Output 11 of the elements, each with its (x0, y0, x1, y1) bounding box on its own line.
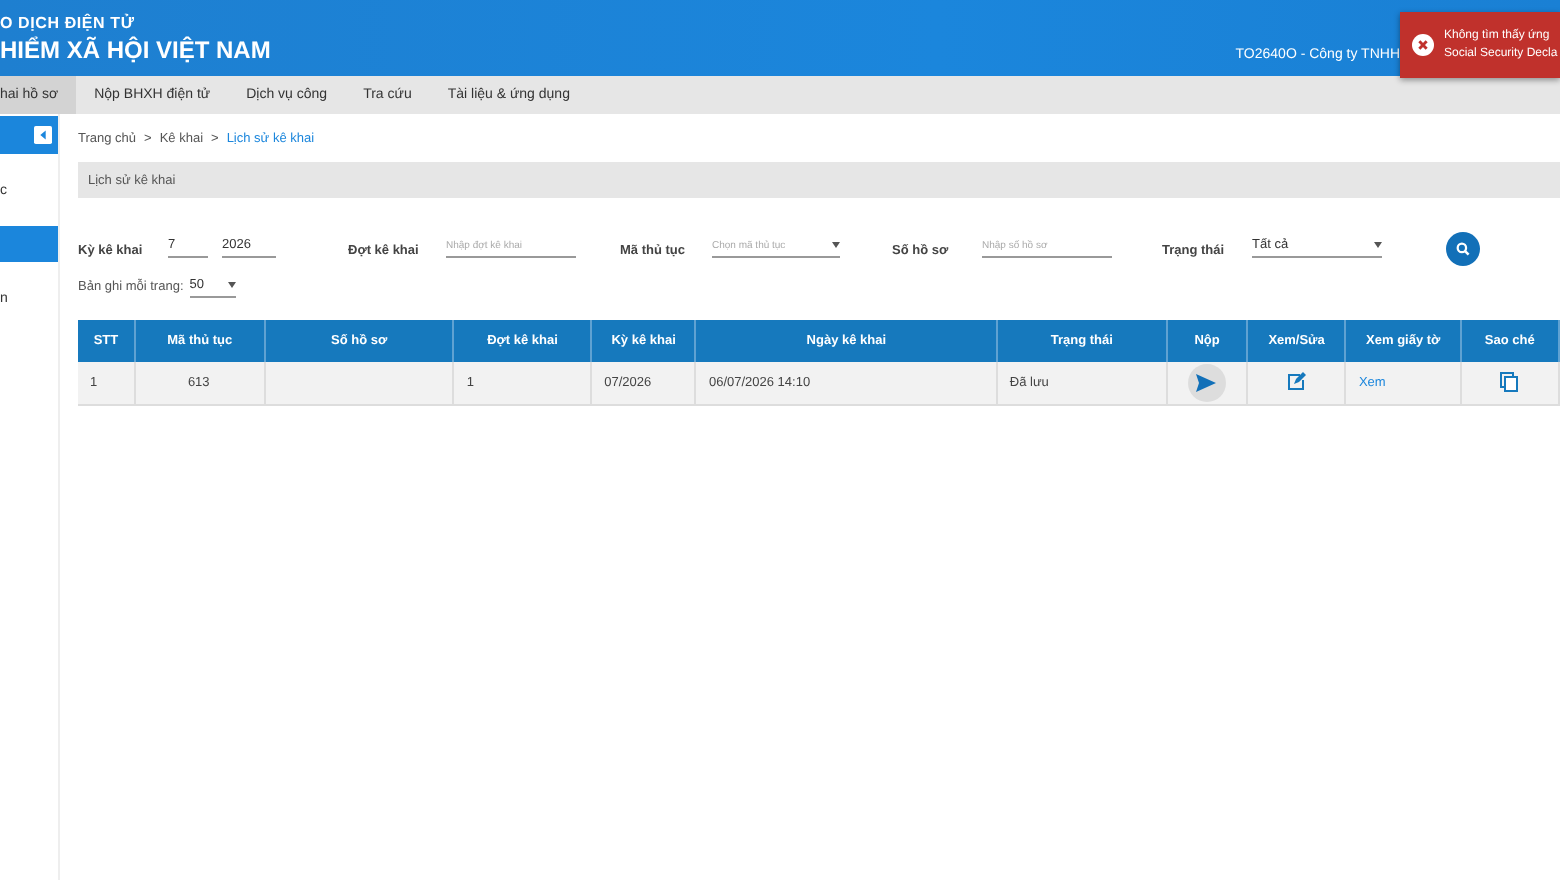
copy-icon[interactable] (1499, 371, 1518, 391)
send-button[interactable] (1187, 364, 1226, 402)
send-icon[interactable] (1196, 374, 1217, 392)
edit-icon[interactable] (1285, 371, 1306, 391)
brand-subtitle: O DỊCH ĐIỆN TỬ (0, 13, 137, 31)
error-icon (1412, 34, 1434, 56)
search-icon[interactable] (1456, 242, 1470, 256)
brand-title: HIỂM XÃ HỘI VIỆT NAM (0, 35, 271, 63)
search-button[interactable] (1446, 232, 1480, 266)
collapse-icon[interactable] (34, 126, 52, 144)
sidebar-toggle-button[interactable] (0, 116, 58, 154)
